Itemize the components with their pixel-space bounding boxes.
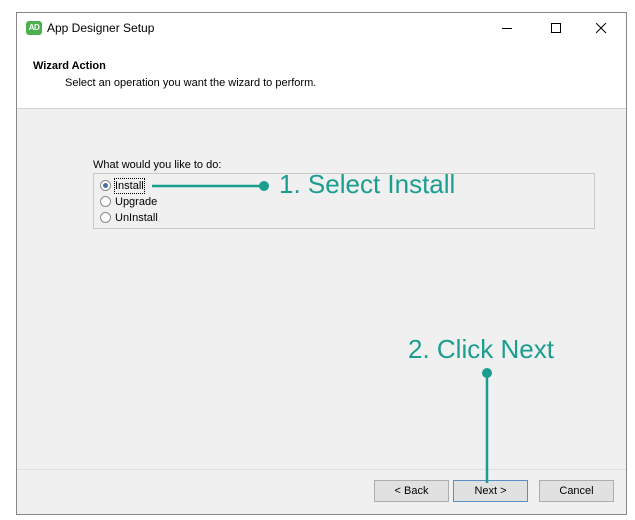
callout-click-next: 2. Click Next	[408, 334, 554, 364]
callout-1-dot	[259, 181, 269, 191]
annotation-overlay	[152, 181, 492, 483]
callout-2-dot	[482, 368, 492, 378]
callout-select-install: 1. Select Install	[279, 169, 456, 199]
